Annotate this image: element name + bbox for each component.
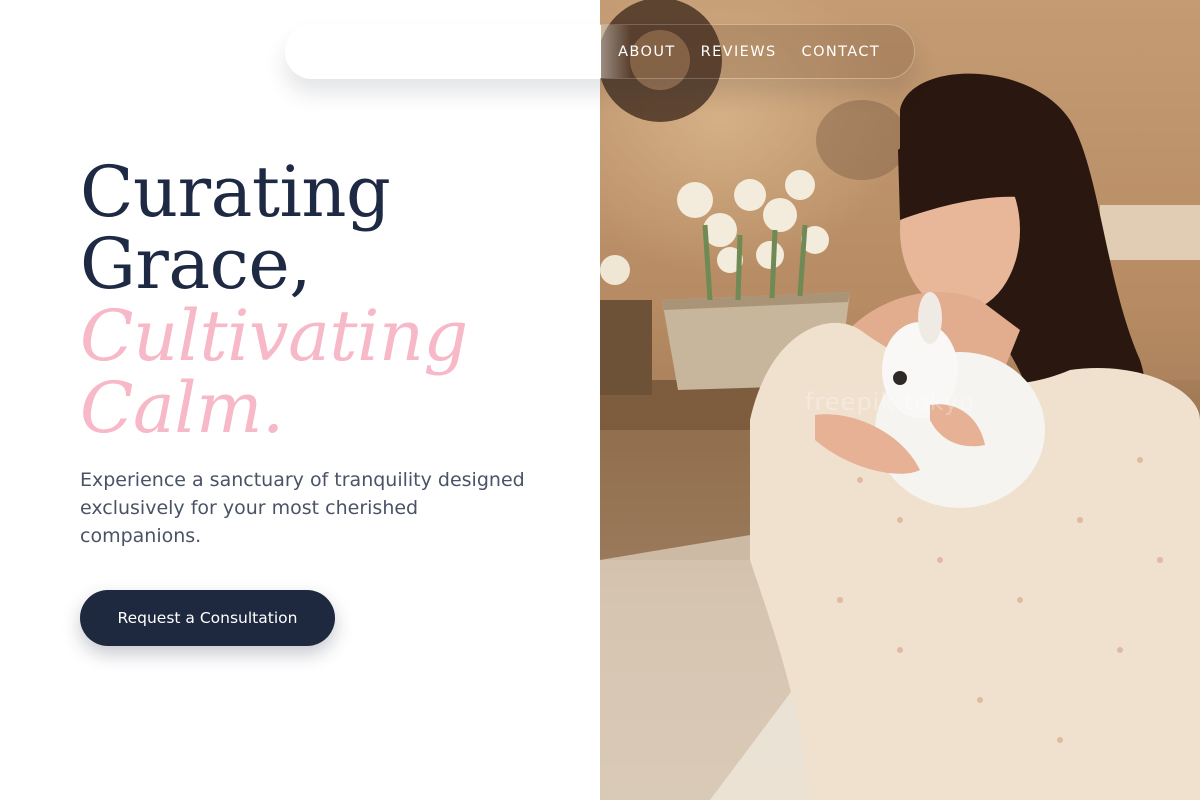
nav-link-expertise[interactable]: TISE [556, 44, 593, 60]
headline-line-1: Curating [80, 151, 391, 233]
request-consultation-button[interactable]: Request a Consultation [80, 590, 335, 646]
nav-background-white [286, 25, 601, 78]
nav-link-about[interactable]: ABOUT [618, 44, 676, 60]
hero-headline: Curating Grace, Cultivating Calm. [80, 156, 468, 444]
nav-links: TISE ABOUT REVIEWS CONTACT [556, 25, 880, 78]
headline-accent-line-1: Cultivating [80, 295, 468, 377]
top-nav: TISE ABOUT REVIEWS CONTACT [285, 24, 915, 79]
photo-watermark: freepik.tokyo [805, 388, 975, 416]
hero-subtext: Experience a sanctuary of tranquility de… [80, 469, 525, 547]
hero-photo: freepik.tokyo [600, 0, 1200, 800]
headline-accent-line-2: Calm. [80, 367, 284, 449]
headline-line-2: Grace, [80, 223, 311, 305]
nav-link-reviews[interactable]: REVIEWS [701, 44, 777, 60]
nav-link-contact[interactable]: CONTACT [802, 44, 881, 60]
